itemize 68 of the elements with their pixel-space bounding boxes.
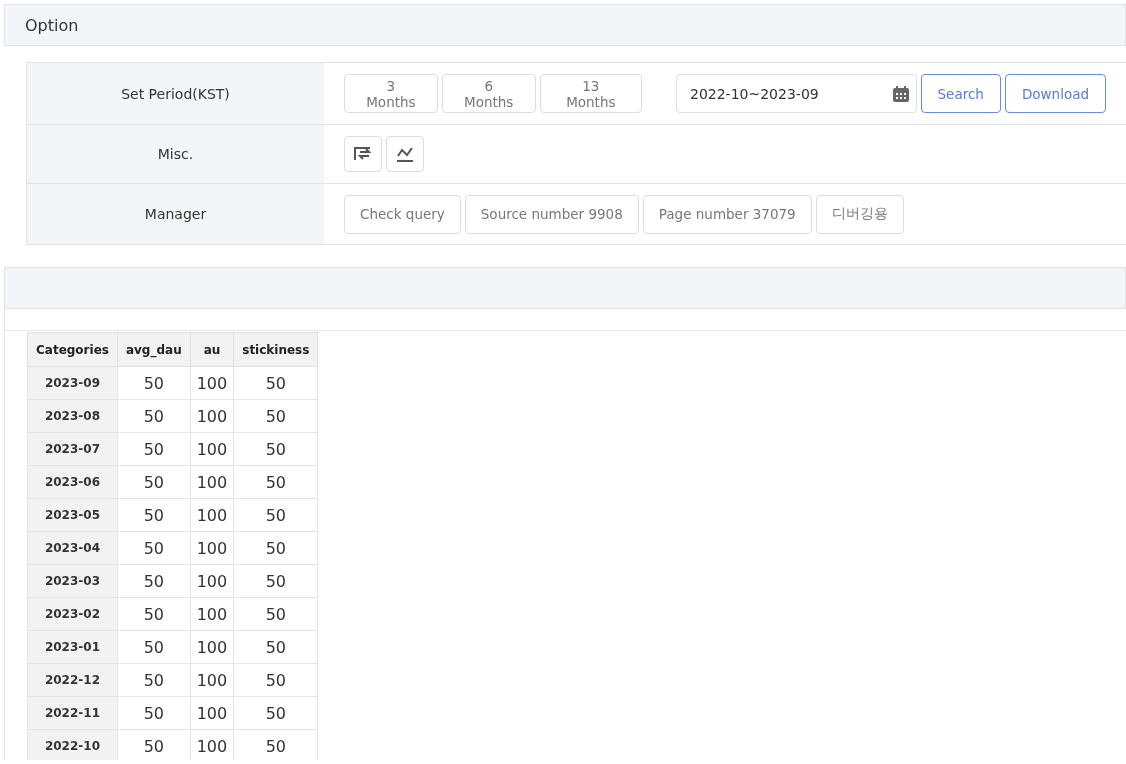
table-cell: 50: [117, 366, 191, 400]
table-cell: 50: [117, 564, 191, 598]
table-cell: 50: [233, 432, 318, 466]
action-button[interactable]: Search: [920, 74, 1001, 113]
table-cell: 50: [117, 531, 191, 565]
row-header: 2023-01: [27, 630, 118, 664]
table-cell: 100: [190, 465, 234, 499]
manager-button[interactable]: Page number 37079: [642, 194, 812, 234]
table-cell: 50: [117, 630, 191, 664]
date-range-field[interactable]: 2022-10~2023-09: [676, 74, 917, 113]
swap-icon: [354, 146, 372, 162]
table-cell: 50: [233, 597, 318, 631]
period-button[interactable]: 6 Months: [441, 74, 536, 113]
row-header: 2022-10: [27, 729, 118, 760]
swap-button[interactable]: [344, 136, 382, 172]
row-header: 2023-02: [27, 597, 118, 631]
table-cell: 100: [190, 498, 234, 532]
table-cell: 50: [233, 498, 318, 532]
column-header: au: [190, 332, 234, 367]
table-cell: 100: [190, 366, 234, 400]
row-header: 2023-09: [27, 366, 118, 400]
table-cell: 100: [190, 630, 234, 664]
table-cell: 50: [233, 663, 318, 697]
table-cell: 50: [117, 696, 191, 730]
table-cell: 50: [117, 597, 191, 631]
period-button[interactable]: 13 Months: [539, 74, 642, 113]
table-cell: 50: [233, 366, 318, 400]
manager-button[interactable]: 디버깅용: [815, 194, 904, 234]
table-cell: 50: [117, 498, 191, 532]
table-cell: 50: [233, 630, 318, 664]
table-cell: 50: [117, 432, 191, 466]
table-cell: 100: [190, 663, 234, 697]
table-cell: 100: [190, 597, 234, 631]
row-header: 2023-03: [27, 564, 118, 598]
option-label: Misc.: [27, 125, 324, 183]
panel-title: Option: [25, 15, 79, 35]
table-cell: 100: [190, 399, 234, 433]
table-cell: 100: [190, 432, 234, 466]
row-header: 2023-04: [27, 531, 118, 565]
table-cell: 50: [233, 531, 318, 565]
row-header: 2023-07: [27, 432, 118, 466]
line-chart-icon: [396, 146, 414, 162]
table-cell: 100: [190, 696, 234, 730]
option-label: Set Period(KST): [27, 63, 324, 124]
manager-button[interactable]: Check query: [344, 194, 461, 234]
column-header: Categories: [27, 332, 118, 367]
manager-button[interactable]: Source number 9908: [464, 194, 639, 234]
row-header: 2023-06: [27, 465, 118, 499]
row-header: 2023-08: [27, 399, 118, 433]
table-cell: 50: [117, 465, 191, 499]
table-cell: 100: [190, 531, 234, 565]
column-header: avg_dau: [117, 332, 191, 367]
row-header: 2022-11: [27, 696, 118, 730]
column-header: stickiness: [233, 332, 318, 367]
option-label: Manager: [27, 184, 324, 244]
table-cell: 100: [190, 564, 234, 598]
row-header: 2023-05: [27, 498, 118, 532]
table-cell: 50: [233, 465, 318, 499]
table-cell: 50: [233, 564, 318, 598]
period-button[interactable]: 3 Months: [344, 74, 438, 113]
table-cell: 50: [233, 399, 318, 433]
row-header: 2022-12: [27, 663, 118, 697]
table-cell: 50: [117, 663, 191, 697]
table-cell: 50: [117, 399, 191, 433]
line-chart-button[interactable]: [386, 136, 424, 172]
table-cell: 50: [233, 696, 318, 730]
calendar-icon[interactable]: [891, 84, 910, 103]
action-button[interactable]: Download: [1004, 74, 1106, 113]
